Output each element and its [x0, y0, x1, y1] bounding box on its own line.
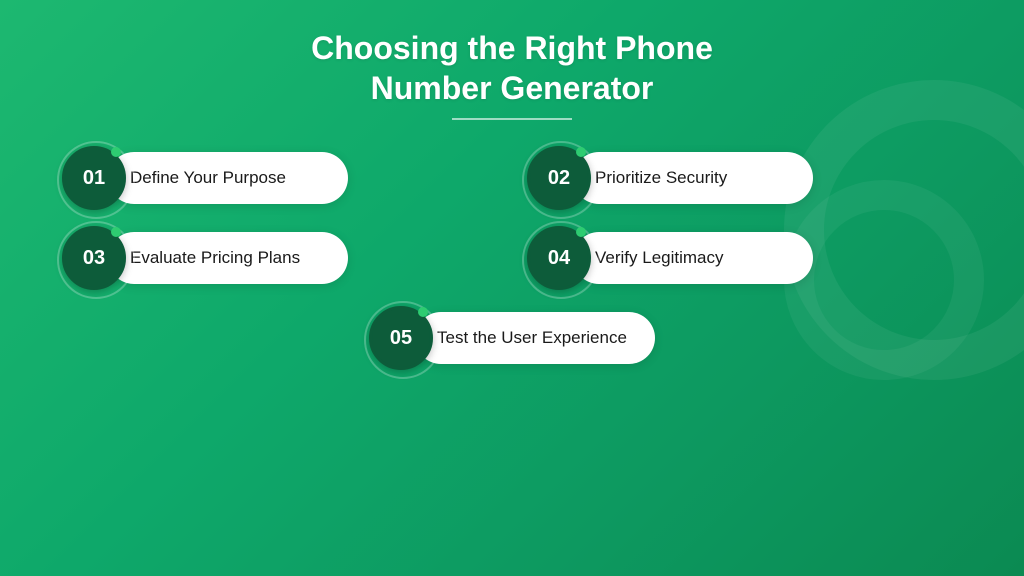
step-item-4: 04 Verify Legitimacy: [527, 226, 962, 290]
step-label-text-5: Test the User Experience: [437, 328, 627, 348]
step-number-3: 03: [83, 247, 105, 270]
step-label-text-4: Verify Legitimacy: [595, 248, 724, 268]
main-title: Choosing the Right Phone Number Generato…: [311, 28, 713, 108]
main-container: Choosing the Right Phone Number Generato…: [0, 0, 1024, 576]
step-label-pill-2: Prioritize Security: [573, 152, 813, 204]
title-section: Choosing the Right Phone Number Generato…: [311, 28, 713, 138]
step-item-2: 02 Prioritize Security: [527, 146, 962, 210]
step-number-1: 01: [83, 167, 105, 190]
step-label-pill-5: Test the User Experience: [415, 312, 655, 364]
steps-grid: 01 Define Your Purpose 02 Prioritize Sec…: [62, 146, 962, 370]
step-number-5: 05: [390, 327, 412, 350]
step-item-1: 01 Define Your Purpose: [62, 146, 497, 210]
step-badge-1: 01: [62, 146, 126, 210]
step-label-pill-4: Verify Legitimacy: [573, 232, 813, 284]
step-badge-2: 02: [527, 146, 591, 210]
step-badge-5: 05: [369, 306, 433, 370]
step-label-text-1: Define Your Purpose: [130, 168, 286, 188]
step-label-text-3: Evaluate Pricing Plans: [130, 248, 300, 268]
step-item-5: 05 Test the User Experience: [62, 306, 962, 370]
step-number-4: 04: [548, 247, 570, 270]
step-badge-4: 04: [527, 226, 591, 290]
step-label-pill-3: Evaluate Pricing Plans: [108, 232, 348, 284]
step-item-3: 03 Evaluate Pricing Plans: [62, 226, 497, 290]
step-number-2: 02: [548, 167, 570, 190]
step-label-text-2: Prioritize Security: [595, 168, 727, 188]
title-divider: [452, 118, 572, 120]
step-label-pill-1: Define Your Purpose: [108, 152, 348, 204]
step-badge-3: 03: [62, 226, 126, 290]
